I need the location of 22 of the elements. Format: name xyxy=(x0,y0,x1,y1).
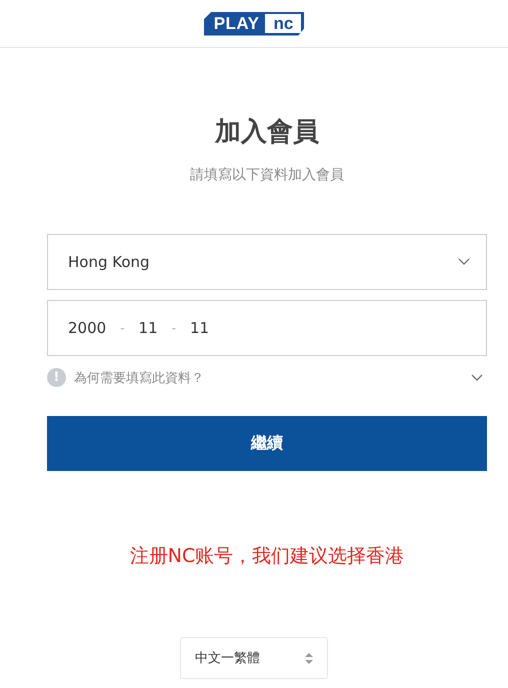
country-select[interactable]: Hong Kong xyxy=(47,234,487,290)
month-value: 11 xyxy=(138,319,158,337)
page-subtitle: 請填寫以下資料加入會員 xyxy=(189,166,345,184)
sort-arrows-icon xyxy=(305,652,313,664)
info-toggle-link[interactable]: 為何需要填寫此資料？ xyxy=(74,368,463,386)
logo-text: nc xyxy=(265,14,302,33)
year-value: 2000 xyxy=(68,319,106,337)
continue-button[interactable]: 繼續 xyxy=(47,416,487,471)
date-separator: - xyxy=(120,321,125,335)
info-icon: ! xyxy=(47,368,66,387)
day-value: 11 xyxy=(190,319,210,337)
birthdate-field[interactable]: 2000 - 11 - 11 xyxy=(47,300,487,356)
page-title: 加入會員 xyxy=(214,116,320,149)
chevron-down-icon xyxy=(471,374,483,382)
language-select[interactable]: 中文一繁體 xyxy=(180,637,328,679)
chevron-down-icon xyxy=(458,258,470,266)
notice-text: 注册NC账号，我们建议选择香港 xyxy=(128,544,406,569)
country-value: Hong Kong xyxy=(68,253,151,271)
language-value: 中文一繁體 xyxy=(195,650,261,667)
play-nc-logo[interactable]: PLAY nc xyxy=(204,12,304,36)
date-separator: - xyxy=(172,321,176,335)
logo-text: PLAY xyxy=(214,14,260,34)
